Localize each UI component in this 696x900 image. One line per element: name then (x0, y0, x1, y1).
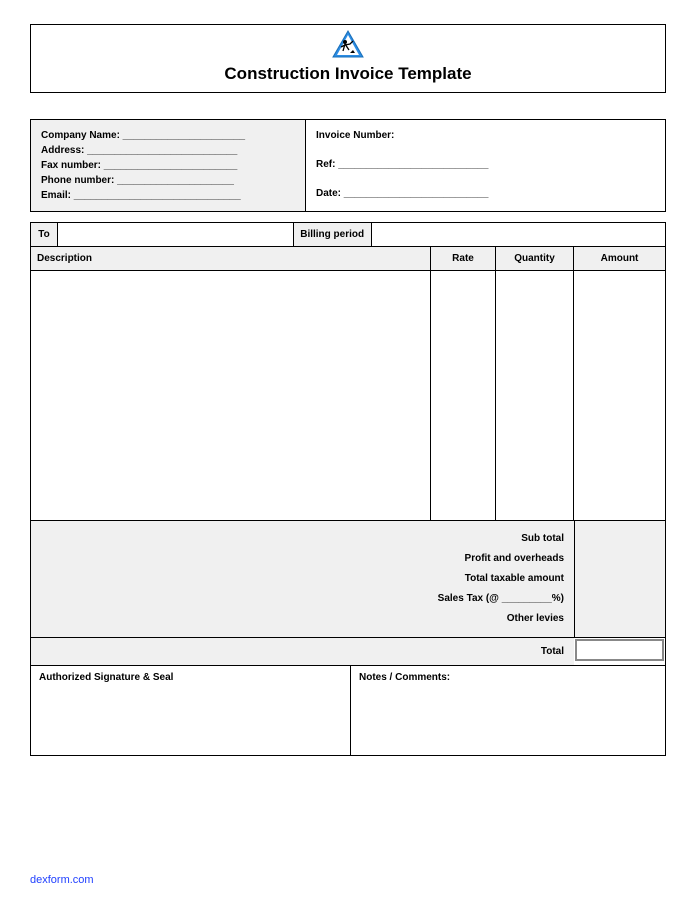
document-title: Construction Invoice Template (31, 64, 665, 84)
billing-period-label: Billing period (294, 222, 372, 247)
company-name-label: Company Name: ______________________ (41, 128, 295, 143)
company-info-box: Company Name: ______________________ Add… (30, 119, 306, 212)
total-taxable-label: Total taxable amount (41, 569, 564, 589)
bottom-section: Authorized Signature & Seal Notes / Comm… (30, 666, 666, 756)
total-label: Total (31, 638, 574, 665)
notes-box: Notes / Comments: (351, 666, 665, 755)
phone-label: Phone number: _____________________ (41, 173, 295, 188)
summary-labels: Sub total Profit and overheads Total tax… (31, 521, 574, 637)
rate-cell[interactable] (431, 271, 496, 520)
title-box: Construction Invoice Template (30, 24, 666, 93)
quantity-cell[interactable] (496, 271, 574, 520)
other-levies-label: Other levies (41, 609, 564, 629)
column-amount: Amount (574, 247, 665, 270)
address-label: Address: ___________________________ (41, 143, 295, 158)
fax-label: Fax number: ________________________ (41, 158, 295, 173)
to-value[interactable] (58, 222, 294, 247)
invoice-number-label: Invoice Number: (316, 128, 655, 143)
sales-tax-label: Sales Tax (@ _________%) (41, 589, 564, 609)
column-quantity: Quantity (496, 247, 574, 270)
info-section: Company Name: ______________________ Add… (30, 119, 666, 212)
column-description: Description (31, 247, 431, 270)
invoice-info-box: Invoice Number: Ref: ___________________… (306, 119, 666, 212)
date-label: Date: __________________________ (316, 186, 655, 201)
summary-section: Sub total Profit and overheads Total tax… (30, 521, 666, 638)
signature-box: Authorized Signature & Seal (31, 666, 351, 755)
items-header-row: Description Rate Quantity Amount (30, 247, 666, 271)
summary-values[interactable] (574, 521, 665, 637)
to-label: To (30, 222, 58, 247)
to-billing-row: To Billing period (30, 222, 666, 247)
profit-overheads-label: Profit and overheads (41, 549, 564, 569)
description-cell[interactable] (31, 271, 431, 520)
amount-cell[interactable] (574, 271, 665, 520)
signature-label: Authorized Signature & Seal (39, 672, 173, 683)
total-row: Total (30, 638, 666, 666)
column-rate: Rate (431, 247, 496, 270)
ref-label: Ref: ___________________________ (316, 157, 655, 172)
email-label: Email: ______________________________ (41, 188, 295, 203)
billing-period-value[interactable] (372, 222, 666, 247)
total-value[interactable] (575, 639, 664, 661)
items-body (30, 271, 666, 521)
notes-label: Notes / Comments: (359, 672, 450, 683)
source-link[interactable]: dexform.com (30, 874, 94, 886)
subtotal-label: Sub total (41, 529, 564, 549)
construction-icon (331, 51, 365, 62)
